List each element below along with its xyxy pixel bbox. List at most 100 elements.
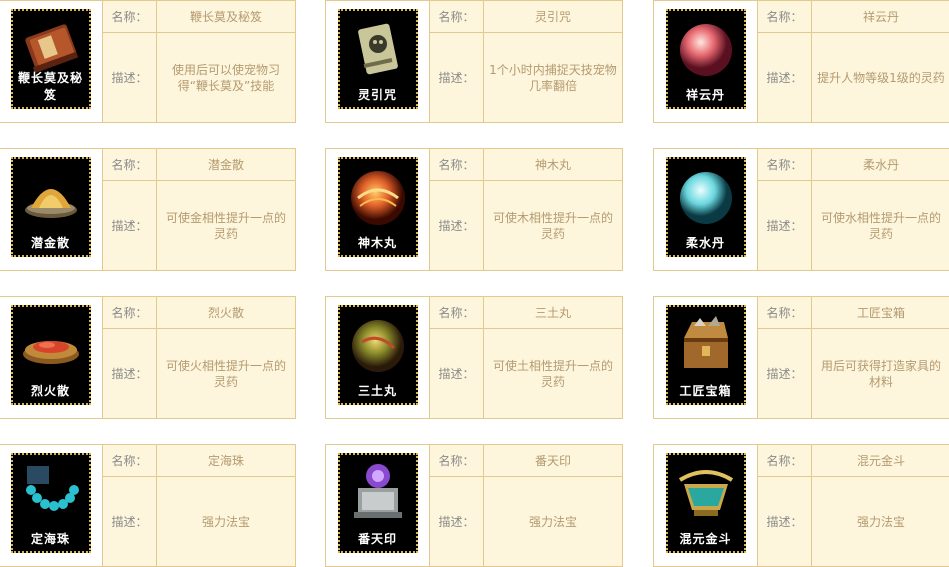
item-thumbnail[interactable]: 神木丸	[337, 157, 418, 257]
name-key: 名称：	[758, 445, 812, 476]
item-thumb-label: 祥云丹	[685, 88, 725, 102]
item-name: 定海珠	[207, 453, 244, 468]
item-thumb-label: 鞭长莫及秘笈	[17, 71, 83, 102]
item-card: 神木丸 名称： 神木丸 描述： 可使木相性提升一点的灵药	[325, 148, 623, 271]
item-thumbnail[interactable]: 三土丸	[337, 305, 418, 405]
name-key: 名称：	[430, 297, 484, 328]
item-thumb-cell: 烈火散	[0, 297, 103, 418]
name-key: 名称：	[758, 297, 812, 328]
item-thumbnail[interactable]: 定海珠	[10, 453, 91, 553]
item-thumb-label: 柔水丹	[685, 236, 725, 250]
item-thumb-label: 三土丸	[357, 384, 397, 398]
water-orb-icon	[679, 172, 732, 224]
item-thumb-cell: 祥云丹	[654, 1, 758, 122]
item-thumb-cell: 三土丸	[326, 297, 430, 418]
item-thumbnail[interactable]: 祥云丹	[665, 9, 746, 109]
item-name: 灵引咒	[534, 9, 571, 24]
item-desc: 1个小时内捕捉天技宠物几率翻倍	[489, 62, 617, 93]
desc-key: 描述：	[430, 329, 484, 418]
name-key: 名称：	[758, 149, 812, 180]
item-thumb-label: 混元金斗	[679, 532, 732, 546]
item-thumb-label: 潜金散	[30, 236, 70, 250]
item-thumb-cell: 柔水丹	[654, 149, 758, 270]
red-powder-icon	[22, 341, 79, 364]
item-card: 柔水丹 名称： 柔水丹 描述： 可使水相性提升一点的灵药	[653, 148, 949, 271]
item-desc: 强力法宝	[201, 514, 250, 529]
item-thumb-label: 灵引咒	[357, 88, 397, 102]
item-name: 工匠宝箱	[856, 305, 905, 320]
desc-key: 描述：	[103, 477, 157, 566]
item-desc: 可使水相性提升一点的灵药	[820, 210, 941, 241]
item-card: 番天印 名称： 番天印 描述： 强力法宝	[325, 444, 623, 567]
name-key: 名称：	[430, 445, 484, 476]
fire-orb-icon	[350, 171, 405, 225]
item-thumb-label: 工匠宝箱	[679, 384, 732, 398]
item-desc: 使用后可以使宠物习得“鞭长莫及”技能	[171, 62, 280, 93]
earth-orb-icon	[351, 320, 404, 372]
item-card: 鞭长莫及秘笈 名称： 鞭长莫及秘笈 描述： 使用后可以使宠物习得“鞭长莫及”技能	[0, 0, 296, 123]
seal-icon	[353, 464, 402, 518]
item-thumb-cell: 番天印	[326, 445, 430, 566]
item-thumb-cell: 神木丸	[326, 149, 430, 270]
chest-icon	[683, 316, 728, 368]
desc-key: 描述：	[430, 33, 484, 122]
desc-key: 描述：	[758, 329, 812, 418]
golden-dou-icon	[678, 470, 733, 516]
name-key: 名称：	[430, 149, 484, 180]
item-thumb-cell: 灵引咒	[326, 1, 430, 122]
item-name: 神木丸	[534, 157, 571, 172]
item-card: 混元金斗 名称： 混元金斗 描述： 强力法宝	[653, 444, 949, 567]
item-card: 定海珠 名称： 定海珠 描述： 强力法宝	[0, 444, 296, 567]
item-thumbnail[interactable]: 灵引咒	[337, 9, 418, 109]
name-key: 名称：	[758, 1, 812, 32]
item-thumb-label: 烈火散	[30, 384, 70, 398]
name-key: 名称：	[103, 297, 157, 328]
desc-key: 描述：	[430, 477, 484, 566]
name-key: 名称：	[103, 149, 157, 180]
item-thumb-cell: 鞭长莫及秘笈	[0, 1, 103, 122]
item-name: 柔水丹	[862, 157, 899, 172]
name-key: 名称：	[103, 445, 157, 476]
item-name: 祥云丹	[862, 9, 899, 24]
item-card: 潜金散 名称： 潜金散 描述： 可使金相性提升一点的灵药	[0, 148, 296, 271]
desc-key: 描述：	[758, 181, 812, 270]
item-thumbnail[interactable]: 潜金散	[10, 157, 91, 257]
item-thumb-cell: 定海珠	[0, 445, 103, 566]
item-card: 工匠宝箱 名称： 工匠宝箱 描述： 用后可获得打造家具的材料	[653, 296, 949, 419]
item-desc: 可使木相性提升一点的灵药	[492, 210, 613, 241]
item-name: 潜金散	[207, 157, 244, 172]
item-name: 鞭长莫及秘笈	[189, 9, 262, 24]
item-thumb-label: 定海珠	[30, 532, 70, 546]
name-key: 名称：	[430, 1, 484, 32]
item-card: 烈火散 名称： 烈火散 描述： 可使火相性提升一点的灵药	[0, 296, 296, 419]
bead-necklace-icon	[25, 466, 79, 511]
desc-key: 描述：	[430, 181, 484, 270]
scroll-icon	[357, 23, 398, 75]
desc-key: 描述：	[103, 181, 157, 270]
item-thumbnail[interactable]: 柔水丹	[665, 157, 746, 257]
item-thumb-label: 神木丸	[357, 236, 397, 250]
pink-orb-icon	[679, 24, 732, 76]
item-thumb-cell: 工匠宝箱	[654, 297, 758, 418]
item-thumbnail[interactable]: 混元金斗	[665, 453, 746, 553]
item-thumbnail[interactable]: 鞭长莫及秘笈	[10, 9, 91, 109]
item-thumbnail[interactable]: 工匠宝箱	[665, 305, 746, 405]
item-thumb-cell: 潜金散	[0, 149, 103, 270]
item-thumb-label: 番天印	[357, 532, 397, 546]
item-name: 三土丸	[534, 305, 571, 320]
item-desc: 可使金相性提升一点的灵药	[165, 210, 286, 241]
desc-key: 描述：	[103, 329, 157, 418]
item-thumbnail[interactable]: 番天印	[337, 453, 418, 553]
name-key: 名称：	[103, 1, 157, 32]
item-thumbnail[interactable]: 烈火散	[10, 305, 91, 405]
desc-key: 描述：	[103, 33, 157, 122]
desc-key: 描述：	[758, 477, 812, 566]
item-desc: 用后可获得打造家具的材料	[820, 358, 941, 389]
item-card: 灵引咒 名称： 灵引咒 描述： 1个小时内捕捉天技宠物几率翻倍	[325, 0, 623, 123]
item-name: 混元金斗	[856, 453, 905, 468]
desc-key: 描述：	[758, 33, 812, 122]
item-desc: 可使火相性提升一点的灵药	[165, 358, 286, 389]
item-name: 番天印	[534, 453, 571, 468]
item-thumb-cell: 混元金斗	[654, 445, 758, 566]
item-desc: 强力法宝	[856, 514, 905, 529]
